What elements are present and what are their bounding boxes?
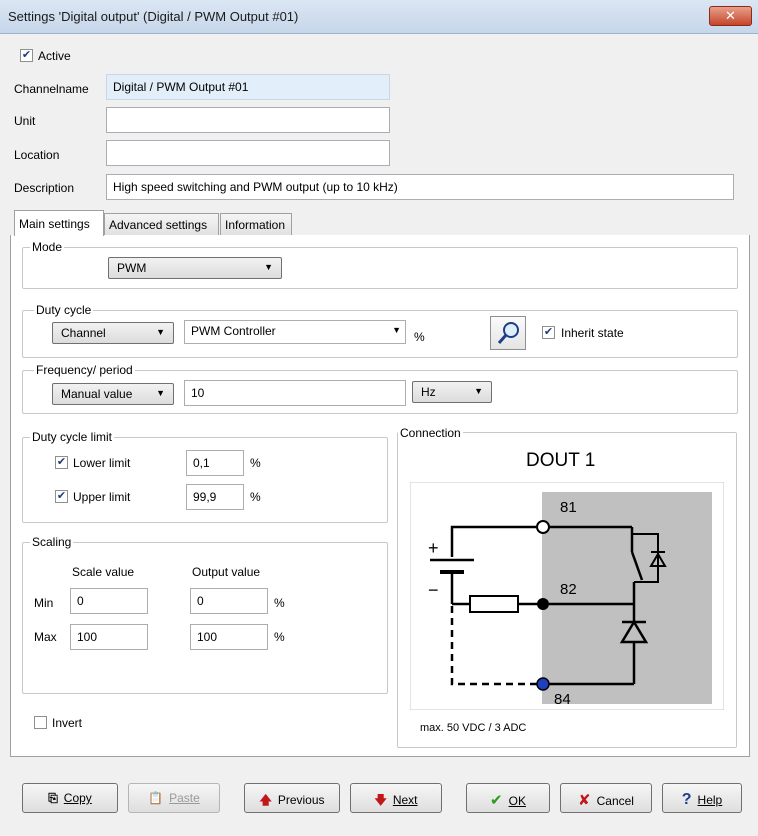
chevron-down-icon: ▼ [156,327,165,337]
upper-limit-checkbox[interactable]: ✔ [55,490,68,503]
duty-cycle-source-value: Channel [61,326,106,340]
close-button[interactable]: ✕ [709,6,752,26]
magnifier-icon [497,322,519,344]
unit-field[interactable] [106,107,390,133]
lower-limit-label: Lower limit [73,456,131,470]
previous-button[interactable]: 🡅 Previous [244,783,340,813]
output-value-header: Output value [192,565,261,579]
mode-group-label: Mode [30,240,65,254]
frequency-unit-value: Hz [421,385,436,399]
channel-browse-button[interactable] [490,316,526,350]
paste-icon: 📋 [148,791,164,805]
upper-limit-unit: % [250,490,261,504]
close-icon: ✘ [578,792,591,809]
scaling-group-label: Scaling [30,535,74,549]
arrow-down-icon: 🡇 [374,793,387,807]
lower-limit-field[interactable]: 0,1 [186,450,244,476]
duty-cycle-channel-value: PWM Controller [191,324,276,338]
title-bar: Settings 'Digital output' (Digital / PWM… [0,0,758,34]
frequency-value-field[interactable]: 10 [184,380,406,406]
active-checkbox[interactable]: ✔ [20,49,33,62]
channelname-field[interactable]: Digital / PWM Output #01 [106,74,390,100]
paste-button[interactable]: 📋 Paste [128,783,220,813]
arrow-up-icon: 🡅 [259,793,272,807]
check-icon: ✔ [490,792,503,809]
inherit-state-checkbox[interactable]: ✔ [542,326,555,339]
min-label: Min [34,596,54,610]
wiring-diagram: 81 82 84 + − [410,482,724,710]
frequency-source-value: Manual value [61,387,133,401]
pin-label-84: 84 [554,691,571,708]
help-icon: ? [681,791,692,808]
connection-rating: max. 50 VDC / 3 ADC [420,722,527,734]
connection-title: DOUT 1 [526,450,596,471]
max-output-unit: % [274,630,285,644]
frequency-unit-select[interactable]: Hz ▼ [412,381,492,403]
duty-cycle-limit-group-label: Duty cycle limit [30,430,115,444]
scale-value-header: Scale value [72,565,135,579]
mode-select-value: PWM [117,261,147,275]
ok-button[interactable]: ✔ OK [466,783,550,813]
next-button[interactable]: 🡇 Next [350,783,442,813]
frequency-source-select[interactable]: Manual value ▼ [52,383,174,405]
active-label: Active [38,49,71,63]
pin-label-81: 81 [560,499,577,516]
location-label: Location [14,148,60,162]
frequency-group-label: Frequency/ period [34,363,135,377]
min-scale-field[interactable]: 0 [70,588,148,614]
copy-button[interactable]: ⎘ Copy [22,783,118,813]
cancel-button[interactable]: ✘ Cancel [560,783,652,813]
chevron-down-icon: ▼ [156,388,165,398]
description-label: Description [14,181,75,195]
description-field[interactable]: High speed switching and PWM output (up … [106,174,734,200]
tab-information[interactable]: Information [220,213,292,235]
upper-limit-label: Upper limit [73,490,131,504]
tab-advanced-settings[interactable]: Advanced settings [104,213,219,235]
inherit-state-label: Inherit state [561,326,624,340]
chevron-down-icon: ▼ [474,386,483,396]
upper-limit-field[interactable]: 99,9 [186,484,244,510]
tab-main-settings[interactable]: Main settings [14,210,104,236]
channelname-label: Channelname [14,82,89,96]
duty-cycle-unit: % [414,330,425,344]
max-label: Max [34,630,57,644]
connection-group-label: Connection [398,426,463,440]
min-output-unit: % [274,596,285,610]
min-output-field[interactable]: 0 [190,588,268,614]
help-button[interactable]: ? Help [662,783,742,813]
connector-area [542,492,712,704]
duty-cycle-channel-select[interactable]: PWM Controller ▼ [184,320,406,344]
copy-icon: ⎘ [48,791,58,805]
max-scale-field[interactable]: 100 [70,624,148,650]
invert-checkbox[interactable] [34,716,47,729]
duty-cycle-source-select[interactable]: Channel ▼ [52,322,174,344]
mode-select[interactable]: PWM ▼ [108,257,282,279]
lower-limit-unit: % [250,456,261,470]
duty-cycle-group-label: Duty cycle [34,303,94,317]
window-title: Settings 'Digital output' (Digital / PWM… [8,9,299,24]
chevron-down-icon: ▼ [392,325,401,335]
pin-label-82: 82 [560,581,577,598]
chevron-down-icon: ▼ [264,262,273,272]
unit-label: Unit [14,114,36,128]
lower-limit-checkbox[interactable]: ✔ [55,456,68,469]
invert-label: Invert [52,716,83,730]
max-output-field[interactable]: 100 [190,624,268,650]
minus-label: − [428,580,439,600]
plus-label: + [428,538,439,558]
location-field[interactable] [106,140,390,166]
